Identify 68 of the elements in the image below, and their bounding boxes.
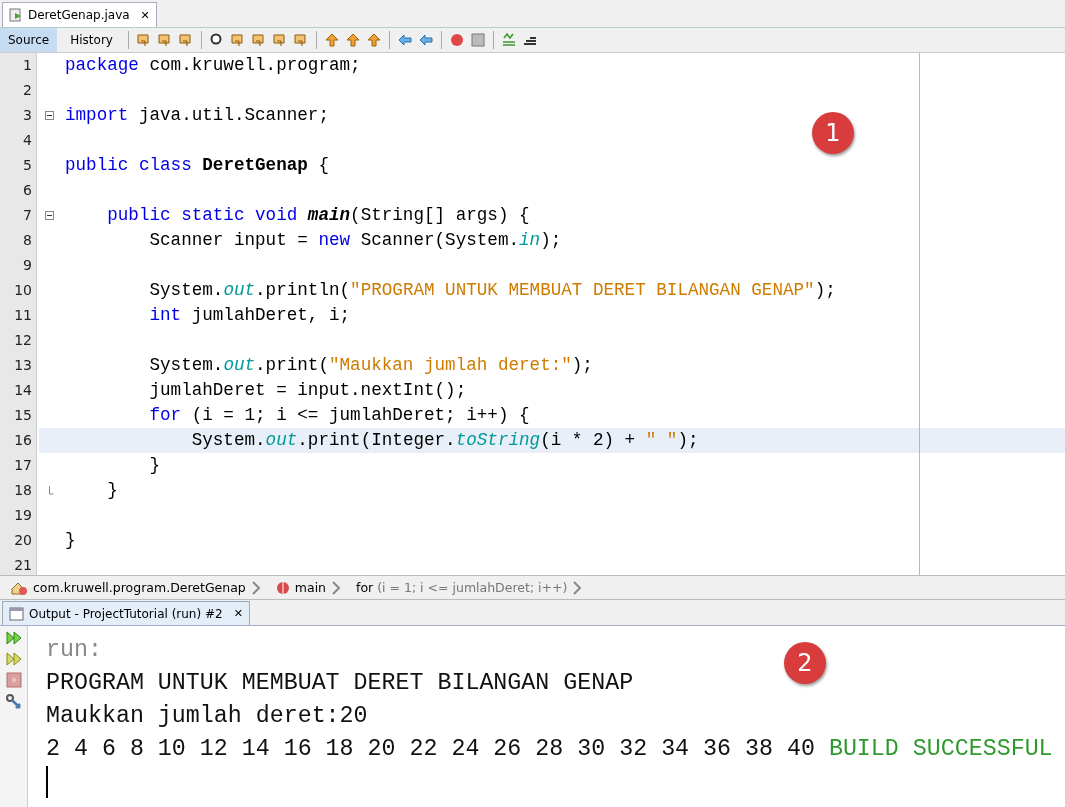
- stop-icon[interactable]: [469, 32, 486, 48]
- line-number: 11: [13, 306, 33, 325]
- code-line: package com.kruwell.program;: [65, 54, 361, 77]
- code-line: jumlahDeret = input.nextInt();: [148, 379, 467, 402]
- breadcrumb-item[interactable]: for (i = 1; i <= jumlahDeret; i++): [356, 580, 568, 595]
- code-line: Scanner input = new Scanner(System.in);: [148, 229, 562, 252]
- java-file-icon: [9, 8, 23, 22]
- line-number: 15: [13, 406, 33, 425]
- code-line: for (i = 1; i <= jumlahDeret; i++) {: [148, 404, 530, 427]
- outdent-icon[interactable]: [396, 32, 413, 48]
- code-line: public static void main(String[] args) {: [106, 204, 530, 227]
- code-line: System.out.println("PROGRAM UNTUK MEMBUAT DERET BILANGAN GENAP");: [148, 279, 836, 302]
- line-number: 5: [22, 156, 33, 175]
- move-up-icon[interactable]: [323, 32, 340, 48]
- code-line: System.out.print("Maukkan jumlah deret:");: [148, 354, 593, 377]
- rerun-icon[interactable]: [5, 651, 22, 667]
- output-title: Output - ProjectTutorial (run) #2: [29, 606, 223, 621]
- line-number: 13: [13, 356, 33, 375]
- line-number: 9: [22, 256, 33, 275]
- line-number: 21: [13, 556, 33, 575]
- method-icon: [275, 580, 290, 595]
- line-number: 19: [13, 506, 33, 525]
- callout-badge: 1: [812, 112, 854, 154]
- output-line: Maukkan jumlah deret:20: [46, 702, 368, 731]
- output-line: PROGRAM UNTUK MEMBUAT DERET BILANGAN GENAP: [46, 669, 634, 698]
- chevron-icon[interactable]: [250, 579, 261, 596]
- callout-badge: 2: [784, 642, 826, 684]
- file-tab[interactable]: DeretGenap.java ✕: [2, 2, 157, 27]
- code-line: }: [106, 479, 118, 502]
- line-number: 7: [22, 206, 33, 225]
- rerun-icon[interactable]: [5, 630, 22, 646]
- close-icon[interactable]: ✕: [233, 607, 243, 620]
- line-number: 4: [22, 131, 33, 150]
- code-line: System.out.print(Integer.toString(i * 2) + " ");: [190, 429, 699, 452]
- collapse-icon[interactable]: [45, 111, 54, 120]
- output-line: 2 4 6 8 10 12 14 16 18 20 22 24 26 28 30 32 34 36 38 40 BUILD SUCCESSFUL: [46, 735, 1053, 764]
- output-tab[interactable]: Output - ProjectTutorial (run) #2 ✕: [2, 601, 250, 625]
- collapse-icon[interactable]: [45, 211, 54, 220]
- record-icon[interactable]: [448, 32, 465, 48]
- code-line: }: [65, 529, 76, 552]
- line-number: 18: [13, 481, 33, 500]
- line-number: 16: [13, 431, 33, 450]
- code-line: int jumlahDeret, i;: [148, 304, 351, 327]
- line-number: 1: [22, 56, 33, 75]
- line-number: 3: [22, 106, 33, 125]
- line-number: 17: [13, 456, 33, 475]
- view-tab[interactable]: History: [62, 28, 121, 52]
- code-line: public class DeretGenap {: [65, 154, 329, 177]
- output-line: run:: [46, 636, 102, 665]
- breadcrumb-item[interactable]: main: [294, 580, 327, 595]
- breadcrumb-item[interactable]: com.kruwell.program.DeretGenap: [33, 580, 246, 595]
- close-icon[interactable]: ✕: [140, 8, 150, 22]
- file-name: DeretGenap.java: [28, 8, 130, 22]
- chevron-icon[interactable]: [331, 579, 342, 596]
- view-tab[interactable]: Source: [0, 28, 58, 52]
- line-number: 20: [13, 531, 33, 550]
- code-line: }: [148, 454, 161, 477]
- stop-icon[interactable]: [5, 672, 22, 688]
- code-line: import java.util.Scanner;: [65, 104, 329, 127]
- window-icon: [9, 606, 24, 621]
- line-number: 14: [13, 381, 33, 400]
- line-number: 10: [13, 281, 33, 300]
- line-number: 6: [22, 181, 33, 200]
- chevron-icon[interactable]: [572, 579, 583, 596]
- line-number: 8: [22, 231, 33, 250]
- line-number: 12: [13, 331, 33, 350]
- line-number: 2: [22, 81, 33, 100]
- text-cursor: [46, 766, 48, 798]
